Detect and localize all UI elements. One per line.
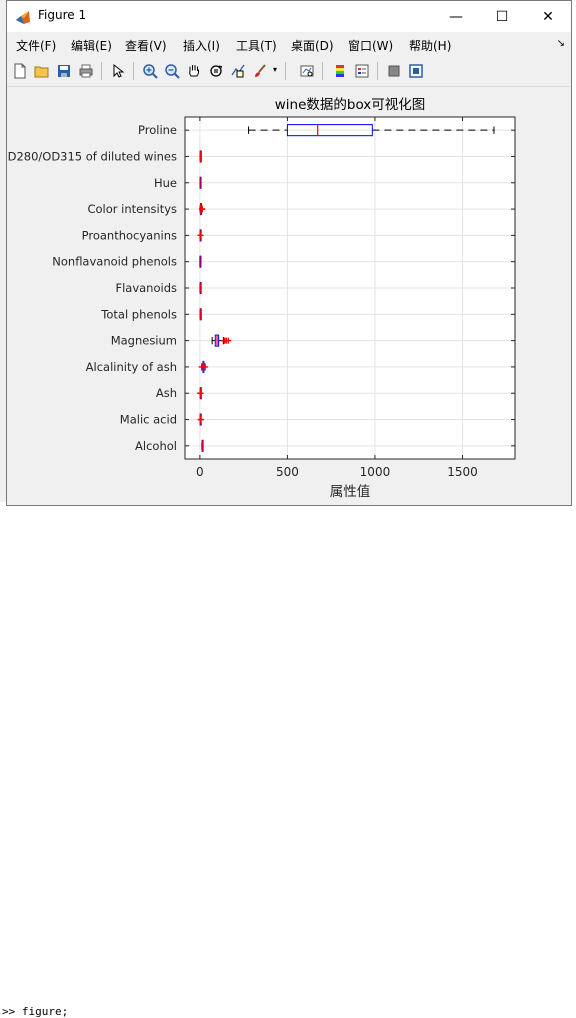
y-tick-label: Total phenols	[100, 307, 177, 321]
boxplot-chart[interactable]: 0 500 1000 1500 Proline OD280/OD315 of dilute…	[0, 87, 571, 505]
maximize-button[interactable]: ☐	[479, 1, 525, 32]
title-bar[interactable]: Figure 1 — ☐ ✕	[7, 1, 571, 32]
print-button[interactable]	[76, 61, 96, 81]
menu-bar: 文件(F) 编辑(E) 查看(V) 插入(I) 工具(T) 桌面(D) 窗口(W…	[7, 32, 571, 56]
edit-plot-button[interactable]	[108, 61, 128, 81]
maximize-icon: ☐	[495, 8, 509, 25]
toolbar-separator	[377, 62, 378, 80]
menu-view[interactable]: 查看(V)	[125, 37, 167, 54]
y-tick-label: Proline	[138, 123, 177, 137]
pan-button[interactable]	[184, 61, 204, 81]
new-figure-button[interactable]	[10, 61, 30, 81]
x-tick-label: 1000	[360, 465, 391, 479]
menu-help[interactable]: 帮助(H)	[409, 37, 451, 54]
menu-window[interactable]: 窗口(W)	[348, 37, 393, 54]
legend-icon	[355, 64, 369, 78]
data-cursor-icon	[231, 64, 245, 78]
minimize-button[interactable]: —	[433, 1, 479, 32]
zoom-in-button[interactable]	[140, 61, 160, 81]
figure-window: Figure 1 — ☐ ✕ 文件(F) 编辑(E) 查看(V) 插入(I) 工…	[0, 0, 572, 506]
y-tick-label: Malic acid	[120, 413, 177, 427]
x-tick-label: 1500	[447, 465, 478, 479]
x-tick-label: 500	[276, 465, 299, 479]
link-plot-button[interactable]	[297, 61, 317, 81]
y-tick-label: Flavanoids	[115, 281, 177, 295]
chart-title: wine数据的box可视化图	[275, 97, 426, 113]
colorbar-icon	[336, 65, 344, 77]
figure-toolbar: ▾	[7, 56, 571, 87]
y-tick-label: Alcohol	[135, 439, 177, 453]
y-tick-label: Ash	[156, 386, 177, 400]
y-tick-label: OD280/OD315 of diluted wines	[7, 149, 177, 163]
hide-plot-tools-icon	[388, 65, 400, 77]
zoom-out-icon	[165, 64, 180, 79]
close-button[interactable]: ✕	[525, 1, 571, 32]
plot-area: 0 500 1000 1500 Proline OD280/OD315 of dilute…	[0, 87, 571, 505]
rotate-3d-button[interactable]	[206, 61, 226, 81]
brush-dropdown-icon[interactable]: ▾	[273, 65, 277, 74]
x-tick-label: 0	[196, 465, 204, 479]
hide-plot-tools-button[interactable]	[384, 61, 404, 81]
y-tick-label: Nonflavanoid phenols	[52, 255, 177, 269]
console-text: >> figure;	[2, 1005, 69, 1018]
link-plot-icon	[300, 65, 314, 77]
open-file-button[interactable]	[32, 61, 52, 81]
y-tick-label: Alcalinity of ash	[86, 360, 177, 374]
close-icon: ✕	[542, 8, 554, 25]
data-cursor-button[interactable]	[228, 61, 248, 81]
y-tick-label: Color intensitys	[87, 202, 177, 216]
matlab-logo-icon	[16, 11, 30, 24]
edit-plot-arrow-icon	[113, 63, 125, 78]
menu-edit[interactable]: 编辑(E)	[71, 37, 112, 54]
brush-icon	[255, 64, 266, 77]
pan-hand-icon	[189, 65, 200, 77]
toolbar-separator	[285, 62, 286, 80]
menu-desktop[interactable]: 桌面(D)	[291, 37, 334, 54]
legend-button[interactable]	[352, 61, 372, 81]
y-tick-label: Hue	[154, 176, 177, 190]
save-button[interactable]	[54, 61, 74, 81]
minimize-icon: —	[449, 8, 463, 25]
y-tick-label: Magnesium	[111, 334, 177, 348]
toolbar-separator	[101, 62, 102, 80]
zoom-out-button[interactable]	[162, 61, 182, 81]
menu-insert[interactable]: 插入(I)	[183, 37, 220, 54]
toolbar-separator	[133, 62, 134, 80]
menu-tools[interactable]: 工具(T)	[236, 37, 277, 54]
open-file-icon	[34, 66, 49, 78]
menu-file[interactable]: 文件(F)	[16, 37, 56, 54]
show-plot-tools-button[interactable]	[406, 61, 426, 81]
brush-button[interactable]	[250, 61, 270, 81]
rotate-3d-icon	[210, 65, 223, 77]
toolbar-separator	[322, 62, 323, 80]
colorbar-button[interactable]	[330, 61, 350, 81]
y-tick-label: Proanthocyanins	[82, 228, 177, 242]
toolbar-dock-arrow-icon[interactable]: ↘	[557, 38, 565, 49]
x-axis-label: 属性值	[330, 484, 371, 500]
save-icon	[58, 65, 70, 77]
window-title: Figure 1	[38, 8, 87, 22]
zoom-in-icon	[143, 64, 158, 79]
new-figure-icon	[14, 63, 26, 79]
print-icon	[79, 64, 93, 78]
show-plot-tools-icon	[409, 64, 423, 78]
